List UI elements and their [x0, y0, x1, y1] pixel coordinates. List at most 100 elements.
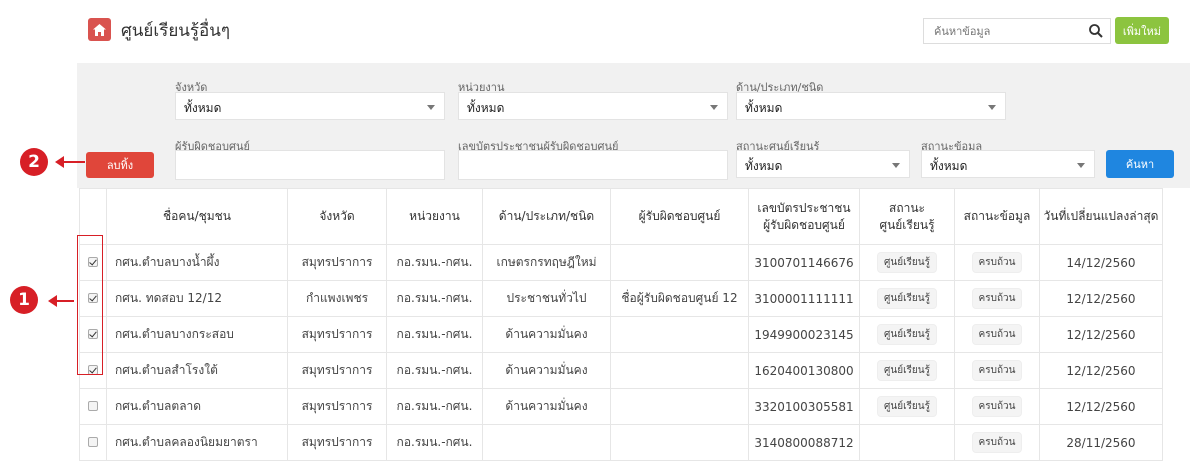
table-row[interactable]: กศน.ตำบลคลองนิยมยาตรา สมุทรปราการ กอ.รมน.-… — [79, 424, 1163, 461]
data-status-value: ทั้งหมด — [930, 159, 968, 173]
province-select[interactable]: ทั้งหมด — [175, 92, 445, 120]
chevron-down-icon — [427, 105, 435, 110]
name-cell: กศน.ตำบลตลาด — [106, 388, 288, 425]
data-status-cell: ครบถ้วน — [954, 424, 1040, 461]
unit-cell: กอ.รมน.-กศน. — [386, 352, 483, 389]
center-status-select[interactable]: ทั้งหมด — [736, 150, 910, 178]
center-status-cell-badge: ศูนย์เรียนรู้ — [877, 396, 937, 417]
page-card: ศูนย์เรียนรู้อื่นๆ เพิ่มใหม่ จังหวัด ทั้… — [77, 0, 1190, 461]
table-header-row: ชื่อคน/ชุมชน จังหวัด หน่วยงาน ด้าน/ประเภ… — [79, 188, 1163, 245]
chevron-down-icon — [1077, 163, 1085, 168]
center-status-cell-badge: ศูนย์เรียนรู้ — [877, 252, 937, 273]
responsible-cell — [610, 352, 749, 389]
table-row[interactable]: กศน.ตำบลบางน้ำผึ้ง สมุทรปราการ กอ.รมน.-กศน… — [79, 244, 1163, 281]
data-status-cell-badge: ครบถ้วน — [971, 324, 1023, 345]
row-checkbox[interactable] — [88, 436, 98, 447]
date-cell: 28/11/2560 — [1039, 424, 1163, 461]
column-header: หน่วยงาน — [386, 188, 483, 245]
province-cell: กำแพงเพชร — [287, 280, 387, 317]
center-status-value: ทั้งหมด — [745, 159, 783, 173]
table-row[interactable]: กศน.ตำบลสำโรงใต้ สมุทรปราการ กอ.รมน.-กศน. ด… — [79, 352, 1163, 389]
unit-select[interactable]: ทั้งหมด — [458, 92, 728, 120]
date-cell: 12/12/2560 — [1039, 388, 1163, 425]
table-row[interactable]: กศน. ทดสอบ 12/12 กำแพงเพชร กอ.รมน.-กศน. ประ… — [79, 280, 1163, 317]
data-status-cell: ครบถ้วน — [954, 352, 1040, 389]
results-table: ชื่อคน/ชุมชน จังหวัด หน่วยงาน ด้าน/ประเภ… — [79, 188, 1163, 461]
column-header: วันที่เปลี่ยนแปลงล่าสุด — [1039, 188, 1163, 245]
responsible-cell — [610, 244, 749, 281]
clear-button[interactable]: ลบทิ้ง — [86, 152, 154, 178]
add-button[interactable]: เพิ่มใหม่ — [1115, 17, 1169, 44]
table-row[interactable]: กศน.ตำบลบางกระสอบ สมุทรปราการ กอ.รมน.-กศน.… — [79, 316, 1163, 353]
id-cell: 3100701146676 — [748, 244, 860, 281]
annotation-marker-2: 2 — [20, 148, 48, 176]
search-input[interactable] — [932, 24, 1076, 39]
id-cell: 3320100305581 — [748, 388, 860, 425]
responsible-input[interactable] — [175, 150, 445, 180]
table-body: กศน.ตำบลบางน้ำผึ้ง สมุทรปราการ กอ.รมน.-กศน… — [79, 244, 1163, 461]
province-value: ทั้งหมด — [184, 101, 222, 115]
arrow-left-icon — [48, 295, 74, 307]
unit-cell: กอ.รมน.-กศน. — [386, 280, 483, 317]
annotation-highlight-box — [77, 235, 103, 375]
id-cell: 3100001111111 — [748, 280, 860, 317]
responsible-cell — [610, 388, 749, 425]
data-status-cell: ครบถ้วน — [954, 388, 1040, 425]
id-cell: 3140800088712 — [748, 424, 860, 461]
unit-cell: กอ.รมน.-กศน. — [386, 388, 483, 425]
date-cell: 14/12/2560 — [1039, 244, 1163, 281]
type-cell — [482, 424, 611, 461]
unit-cell: กอ.รมน.-กศน. — [386, 316, 483, 353]
type-cell: ด้านความมั่นคง — [482, 316, 611, 353]
annotation-marker-1: 1 — [10, 286, 38, 314]
province-cell: สมุทรปราการ — [287, 352, 387, 389]
type-select[interactable]: ทั้งหมด — [736, 92, 1006, 120]
unit-cell: กอ.รมน.-กศน. — [386, 424, 483, 461]
chevron-down-icon — [710, 105, 718, 110]
chevron-down-icon — [892, 163, 900, 168]
type-cell: ประชาชนทั่วไป — [482, 280, 611, 317]
center-status-cell: ศูนย์เรียนรู้ — [859, 352, 955, 389]
column-header: สถานะ ศูนย์เรียนรู้ — [859, 188, 955, 245]
name-cell: กศน.ตำบลคลองนิยมยาตรา — [106, 424, 288, 461]
id-cell: 1949900023145 — [748, 316, 860, 353]
province-cell: สมุทรปราการ — [287, 316, 387, 353]
id-card-input[interactable] — [458, 150, 728, 180]
id-cell: 1620400130800 — [748, 352, 860, 389]
province-cell: สมุทรปราการ — [287, 244, 387, 281]
filter-panel: จังหวัด ทั้งหมด หน่วยงาน ทั้งหมด ด้าน/ปร… — [77, 63, 1190, 188]
center-status-cell-badge: ศูนย์เรียนรู้ — [877, 288, 937, 309]
row-checkbox[interactable] — [88, 400, 98, 411]
center-status-cell: ศูนย์เรียนรู้ — [859, 244, 955, 281]
center-status-cell: ศูนย์เรียนรู้ — [859, 388, 955, 425]
search-box[interactable] — [923, 18, 1111, 44]
unit-value: ทั้งหมด — [467, 101, 505, 115]
column-header: ผู้รับผิดชอบศูนย์ — [610, 188, 749, 245]
table-row[interactable]: กศน.ตำบลตลาด สมุทรปราการ กอ.รมน.-กศน. ด้านค… — [79, 388, 1163, 425]
data-status-cell-badge: ครบถ้วน — [971, 432, 1023, 453]
column-header: จังหวัด — [287, 188, 387, 245]
data-status-cell: ครบถ้วน — [954, 280, 1040, 317]
type-cell: ด้านความมั่นคง — [482, 388, 611, 425]
name-cell: กศน. ทดสอบ 12/12 — [106, 280, 288, 317]
center-status-cell-badge: ศูนย์เรียนรู้ — [877, 324, 937, 345]
page-title: ศูนย์เรียนรู้อื่นๆ — [121, 21, 230, 41]
data-status-select[interactable]: ทั้งหมด — [921, 150, 1095, 178]
search-icon[interactable] — [1088, 23, 1104, 39]
responsible-cell: ชื่อผู้รับผิดชอบศูนย์ 12 — [610, 280, 749, 317]
row-select-cell — [79, 388, 107, 425]
date-cell: 12/12/2560 — [1039, 280, 1163, 317]
date-cell: 12/12/2560 — [1039, 316, 1163, 353]
province-cell: สมุทรปราการ — [287, 424, 387, 461]
data-status-cell: ครบถ้วน — [954, 316, 1040, 353]
center-status-cell: ศูนย์เรียนรู้ — [859, 316, 955, 353]
type-cell: ด้านความมั่นคง — [482, 352, 611, 389]
name-cell: กศน.ตำบลสำโรงใต้ — [106, 352, 288, 389]
data-status-cell-badge: ครบถ้วน — [971, 252, 1023, 273]
name-cell: กศน.ตำบลบางน้ำผึ้ง — [106, 244, 288, 281]
home-icon — [88, 18, 111, 41]
data-status-cell-badge: ครบถ้วน — [971, 360, 1023, 381]
center-status-cell: ศูนย์เรียนรู้ — [859, 280, 955, 317]
search-button[interactable]: ค้นหา — [1106, 150, 1174, 178]
center-status-cell — [859, 424, 955, 461]
